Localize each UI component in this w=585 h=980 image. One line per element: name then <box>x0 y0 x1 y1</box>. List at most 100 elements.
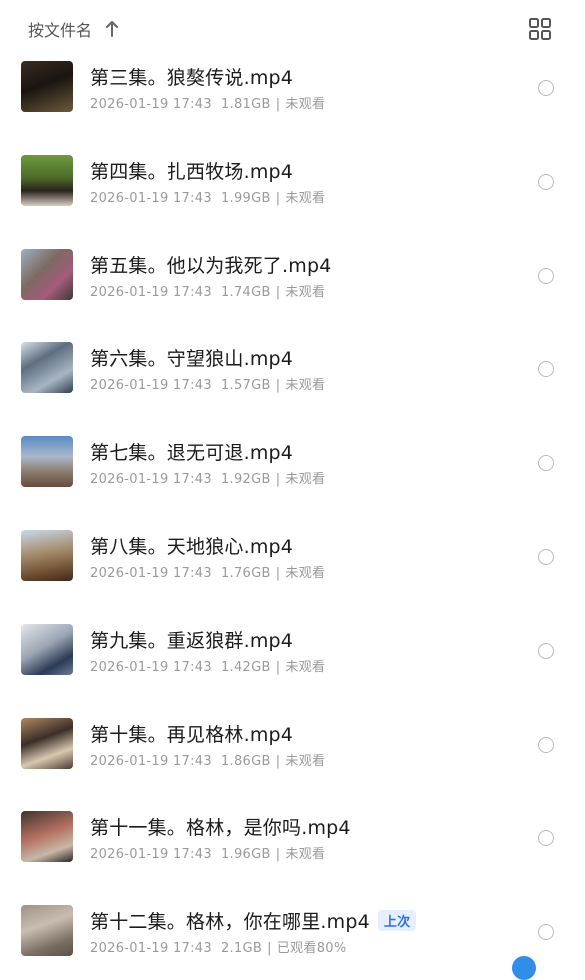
watch-status: 未观看 <box>285 753 326 769</box>
select-radio[interactable] <box>538 267 554 284</box>
select-radio[interactable] <box>538 736 554 753</box>
file-date: 2026-01-19 17:43 <box>90 941 212 957</box>
file-size: 1.76GB <box>220 566 271 581</box>
select-radio[interactable] <box>538 642 554 659</box>
file-title: 第八集。天地狼心.mp4 <box>90 532 293 559</box>
file-title: 第十一集。格林，是你吗.mp4 <box>90 813 351 840</box>
video-thumbnail <box>21 248 73 300</box>
watch-status: 未观看 <box>285 472 326 488</box>
watch-status: 未观看 <box>285 659 326 675</box>
meta-separator: | <box>275 659 281 675</box>
meta-separator: | <box>275 847 281 863</box>
meta-separator: | <box>275 566 281 581</box>
file-title: 第十二集。格林，你在哪里.mp4 上次 <box>90 907 417 934</box>
meta-separator: | <box>275 190 281 206</box>
file-date: 2026-01-19 17:43 <box>90 847 212 863</box>
select-radio[interactable] <box>538 173 554 190</box>
file-title: 第三集。狼獒传说.mp4 <box>90 63 293 90</box>
file-date: 2026-01-19 17:43 <box>90 566 212 581</box>
meta-separator: | <box>275 97 281 112</box>
watch-status: 未观看 <box>285 847 326 863</box>
file-title: 第十集。再见格林.mp4 <box>90 720 293 747</box>
file-title-text: 第十集。再见格林.mp4 <box>90 723 294 746</box>
select-radio[interactable] <box>538 361 554 378</box>
video-thumbnail <box>21 623 73 675</box>
file-title: 第五集。他以为我死了.mp4 <box>90 251 332 278</box>
grid-view-icon[interactable] <box>528 17 552 41</box>
file-title-text: 第十二集。格林，你在哪里.mp4 <box>90 911 370 934</box>
list-item[interactable]: 第五集。他以为我死了.mp4 2026-01-19 17:43 1.74GB | 未观看 <box>0 216 585 310</box>
meta-separator: | <box>275 472 281 488</box>
file-title-text: 第四集。扎西牧场.mp4 <box>90 160 294 183</box>
file-meta: 2026-01-19 17:43 1.99GB | 未观看 <box>90 187 325 206</box>
video-thumbnail <box>21 436 73 488</box>
watch-status: 未观看 <box>285 284 326 300</box>
file-title-text: 第五集。他以为我死了.mp4 <box>90 254 332 277</box>
video-thumbnail <box>21 154 73 206</box>
list-item[interactable]: 第七集。退无可退.mp4 2026-01-19 17:43 1.92GB | 未观看 <box>0 403 585 497</box>
file-meta: 2026-01-19 17:43 2.1GB | 已观看80% <box>90 937 347 956</box>
file-title: 第七集。退无可退.mp4 <box>90 438 293 465</box>
list-item[interactable]: 第十集。再见格林.mp4 2026-01-19 17:43 1.86GB | 未观看 <box>0 685 585 779</box>
file-meta: 2026-01-19 17:43 1.57GB | 未观看 <box>90 374 325 393</box>
list-item[interactable]: 第六集。守望狼山.mp4 2026-01-19 17:43 1.57GB | 未观看 <box>0 309 585 403</box>
file-size: 1.74GB <box>220 284 271 300</box>
watch-status: 未观看 <box>285 190 326 206</box>
file-title-text: 第三集。狼獒传说.mp4 <box>90 67 294 89</box>
file-date: 2026-01-19 17:43 <box>90 472 212 488</box>
select-radio[interactable] <box>538 455 554 472</box>
watch-status: 未观看 <box>285 566 326 581</box>
meta-separator: | <box>275 753 281 769</box>
file-title-text: 第七集。退无可退.mp4 <box>90 442 294 465</box>
file-size: 1.42GB <box>220 659 271 675</box>
file-size: 2.1GB <box>220 941 263 957</box>
list-item[interactable]: 第九集。重返狼群.mp4 2026-01-19 17:43 1.42GB | 未观看 <box>0 591 585 685</box>
video-thumbnail <box>21 530 73 581</box>
file-title: 第四集。扎西牧场.mp4 <box>90 157 293 184</box>
sort-label: 按文件名 <box>28 21 93 40</box>
file-date: 2026-01-19 17:43 <box>90 659 212 675</box>
meta-separator: | <box>275 284 281 300</box>
list-item[interactable]: 第八集。天地狼心.mp4 2026-01-19 17:43 1.76GB | 未观看 <box>0 497 585 591</box>
select-radio[interactable] <box>538 80 554 96</box>
file-meta: 2026-01-19 17:43 1.42GB | 未观看 <box>90 656 325 675</box>
watch-status: 已观看80% <box>276 941 347 957</box>
file-title: 第九集。重返狼群.mp4 <box>90 626 293 653</box>
file-meta: 2026-01-19 17:43 1.96GB | 未观看 <box>90 843 325 862</box>
file-date: 2026-01-19 17:43 <box>90 97 212 112</box>
watch-status: 未观看 <box>285 97 326 112</box>
select-radio[interactable] <box>538 549 554 565</box>
file-meta: 2026-01-19 17:43 1.74GB | 未观看 <box>90 281 325 300</box>
video-thumbnail <box>21 61 73 112</box>
file-size: 1.81GB <box>220 97 271 112</box>
video-thumbnail <box>21 342 73 394</box>
file-size: 1.96GB <box>220 847 271 863</box>
file-date: 2026-01-19 17:43 <box>90 190 212 206</box>
meta-separator: | <box>275 378 281 394</box>
list-item[interactable]: 第十一集。格林，是你吗.mp4 2026-01-19 17:43 1.96GB | 未观… <box>0 778 585 872</box>
select-radio[interactable] <box>538 830 554 847</box>
file-meta: 2026-01-19 17:43 1.81GB | 未观看 <box>90 93 325 112</box>
file-title-text: 第九集。重返狼群.mp4 <box>90 629 294 652</box>
file-date: 2026-01-19 17:43 <box>90 753 212 769</box>
arrow-up-icon <box>106 21 119 37</box>
file-meta: 2026-01-19 17:43 1.92GB | 未观看 <box>90 468 325 487</box>
video-thumbnail <box>21 717 73 769</box>
file-meta: 2026-01-19 17:43 1.86GB | 未观看 <box>90 750 325 769</box>
file-title-text: 第六集。守望狼山.mp4 <box>90 348 294 371</box>
file-date: 2026-01-19 17:43 <box>90 284 212 300</box>
list-item[interactable]: 第四集。扎西牧场.mp4 2026-01-19 17:43 1.99GB | 未观看 <box>0 122 585 216</box>
meta-separator: | <box>267 941 272 957</box>
list-header: 按文件名 <box>0 0 585 58</box>
file-date: 2026-01-19 17:43 <box>90 378 212 394</box>
video-thumbnail <box>21 905 73 957</box>
list-item[interactable]: 第十二集。格林，你在哪里.mp4 上次 2026-01-19 17:43 2.1GB |… <box>0 872 585 966</box>
file-size: 1.99GB <box>220 190 271 206</box>
file-title-text: 第十一集。格林，是你吗.mp4 <box>90 817 351 840</box>
last-played-badge: 上次 <box>377 910 417 932</box>
sort-by-name-button[interactable]: 按文件名 <box>28 17 120 41</box>
file-title-text: 第八集。天地狼心.mp4 <box>90 536 294 558</box>
select-radio[interactable] <box>538 924 554 941</box>
file-title: 第六集。守望狼山.mp4 <box>90 344 293 371</box>
file-size: 1.86GB <box>220 753 271 769</box>
